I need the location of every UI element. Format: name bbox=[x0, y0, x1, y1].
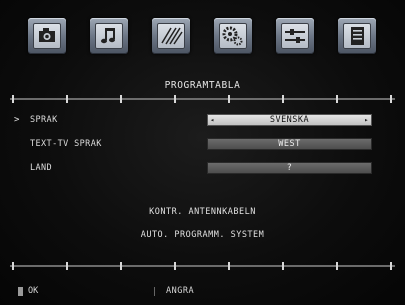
picture-icon bbox=[39, 28, 55, 42]
selection-caret-icon: > bbox=[14, 115, 20, 125]
check-antenna-button[interactable]: KONTR. ANTENNKABELN bbox=[0, 207, 405, 217]
picture-menu-tile[interactable] bbox=[28, 18, 66, 54]
setting-row-country[interactable]: LAND ? bbox=[0, 161, 405, 177]
source-icon bbox=[285, 29, 305, 43]
menu-icon-bar bbox=[28, 18, 380, 58]
setting-row-teletext-language[interactable]: TEXT-TV SPRAK WEST bbox=[0, 137, 405, 153]
auto-program-button[interactable]: AUTO. PROGRAMM. SYSTEM bbox=[0, 230, 405, 240]
setting-row-language[interactable]: > SPRAK ◂ SVENSKA ▸ bbox=[0, 113, 405, 129]
cancel-hint[interactable]: ANGRA bbox=[166, 286, 194, 296]
footer-divider bbox=[154, 287, 155, 296]
ok-key-icon bbox=[18, 287, 23, 296]
page-title: PROGRAMTABLA bbox=[164, 80, 241, 91]
setting-label: SPRAK bbox=[30, 115, 58, 125]
arrow-left-icon[interactable]: ◂ bbox=[210, 114, 215, 126]
footer-bar: OK ANGRA bbox=[0, 286, 405, 300]
program-table-icon bbox=[351, 27, 364, 45]
teletext-language-value[interactable]: WEST bbox=[207, 138, 372, 150]
top-divider bbox=[10, 95, 395, 103]
bottom-divider bbox=[10, 262, 395, 270]
features-icon bbox=[161, 27, 183, 45]
source-menu-tile[interactable] bbox=[276, 18, 314, 54]
sound-menu-tile[interactable] bbox=[90, 18, 128, 54]
features-menu-tile[interactable] bbox=[152, 18, 190, 54]
tv-osd-screen: PROGRAMTABLA > SPRAK ◂ SVENSKA ▸ TEXT-TV… bbox=[0, 0, 405, 305]
settings-icon bbox=[222, 26, 243, 46]
setting-label: LAND bbox=[30, 163, 53, 173]
ok-hint[interactable]: OK bbox=[28, 286, 38, 296]
settings-menu-tile[interactable] bbox=[214, 18, 252, 54]
arrow-right-icon[interactable]: ▸ bbox=[364, 114, 369, 126]
setting-label: TEXT-TV SPRAK bbox=[30, 139, 102, 149]
sound-icon bbox=[101, 28, 115, 44]
setting-value: SVENSKA bbox=[269, 115, 310, 125]
country-value[interactable]: ? bbox=[207, 162, 372, 174]
language-value-selector[interactable]: ◂ SVENSKA ▸ bbox=[207, 114, 372, 126]
program-table-menu-tile[interactable] bbox=[338, 18, 376, 54]
